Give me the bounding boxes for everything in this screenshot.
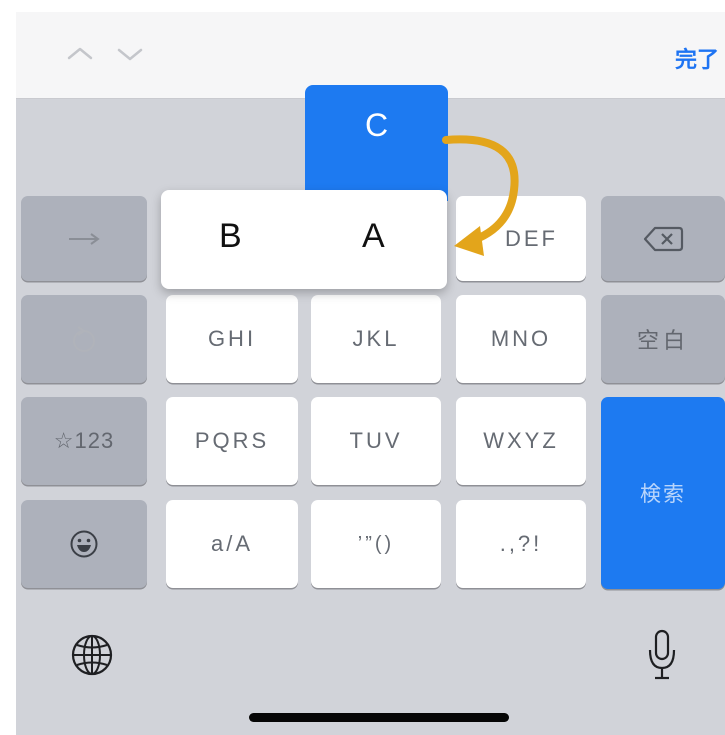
home-indicator	[249, 713, 509, 722]
right-arrow-icon	[69, 232, 100, 245]
flick-active-key-label: C	[364, 107, 389, 143]
symbols-key[interactable]: ☆123	[21, 397, 147, 485]
flick-popup	[161, 190, 447, 289]
key-punctuation[interactable]: .,?!	[456, 500, 586, 588]
key-quotes[interactable]: ’”()	[311, 500, 441, 588]
keyboard-screen: 完了 DEF GHI JKL MNO 空白 ☆123 PQRS TUV WXYZ…	[16, 12, 725, 735]
chevron-down-icon[interactable]	[110, 34, 150, 74]
flick-center-char[interactable]: A	[362, 217, 385, 256]
key-case-toggle-label: a/A	[210, 531, 254, 556]
key-mno[interactable]: MNO	[456, 295, 586, 383]
key-wxyz-label: WXYZ	[483, 428, 559, 453]
emoji-key[interactable]	[21, 500, 147, 588]
chevron-up-icon[interactable]	[60, 34, 100, 74]
key-tuv[interactable]: TUV	[311, 397, 441, 485]
undo-key[interactable]	[21, 295, 147, 383]
cursor-right-key[interactable]	[21, 196, 147, 281]
globe-icon[interactable]	[70, 633, 114, 677]
microphone-icon[interactable]	[647, 628, 677, 682]
emoji-icon	[70, 530, 98, 558]
search-key-label: 検索	[640, 483, 686, 506]
key-case-toggle[interactable]: a/A	[166, 500, 298, 588]
curved-arrow-icon	[442, 135, 519, 256]
key-tuv-label: TUV	[349, 428, 403, 453]
key-pqrs-label: PQRS	[194, 428, 270, 453]
symbols-key-label: ☆123	[53, 428, 115, 453]
key-quotes-label: ’”()	[357, 532, 395, 555]
delete-key[interactable]	[601, 196, 725, 281]
space-key-label: 空白	[636, 328, 689, 353]
undo-icon	[73, 326, 95, 352]
key-mno-label: MNO	[490, 326, 552, 351]
key-ghi[interactable]: GHI	[166, 295, 298, 383]
key-jkl[interactable]: JKL	[311, 295, 441, 383]
key-ghi-label: GHI	[207, 326, 257, 351]
done-button[interactable]: 完了	[675, 42, 719, 74]
key-punctuation-label: .,?!	[499, 531, 543, 556]
flick-left-char[interactable]: B	[219, 217, 242, 256]
search-key[interactable]: 検索	[601, 397, 725, 589]
delete-icon	[643, 226, 684, 251]
key-pqrs[interactable]: PQRS	[166, 397, 298, 485]
key-jkl-label: JKL	[352, 326, 400, 351]
key-wxyz[interactable]: WXYZ	[456, 397, 586, 485]
space-key[interactable]: 空白	[601, 295, 725, 383]
